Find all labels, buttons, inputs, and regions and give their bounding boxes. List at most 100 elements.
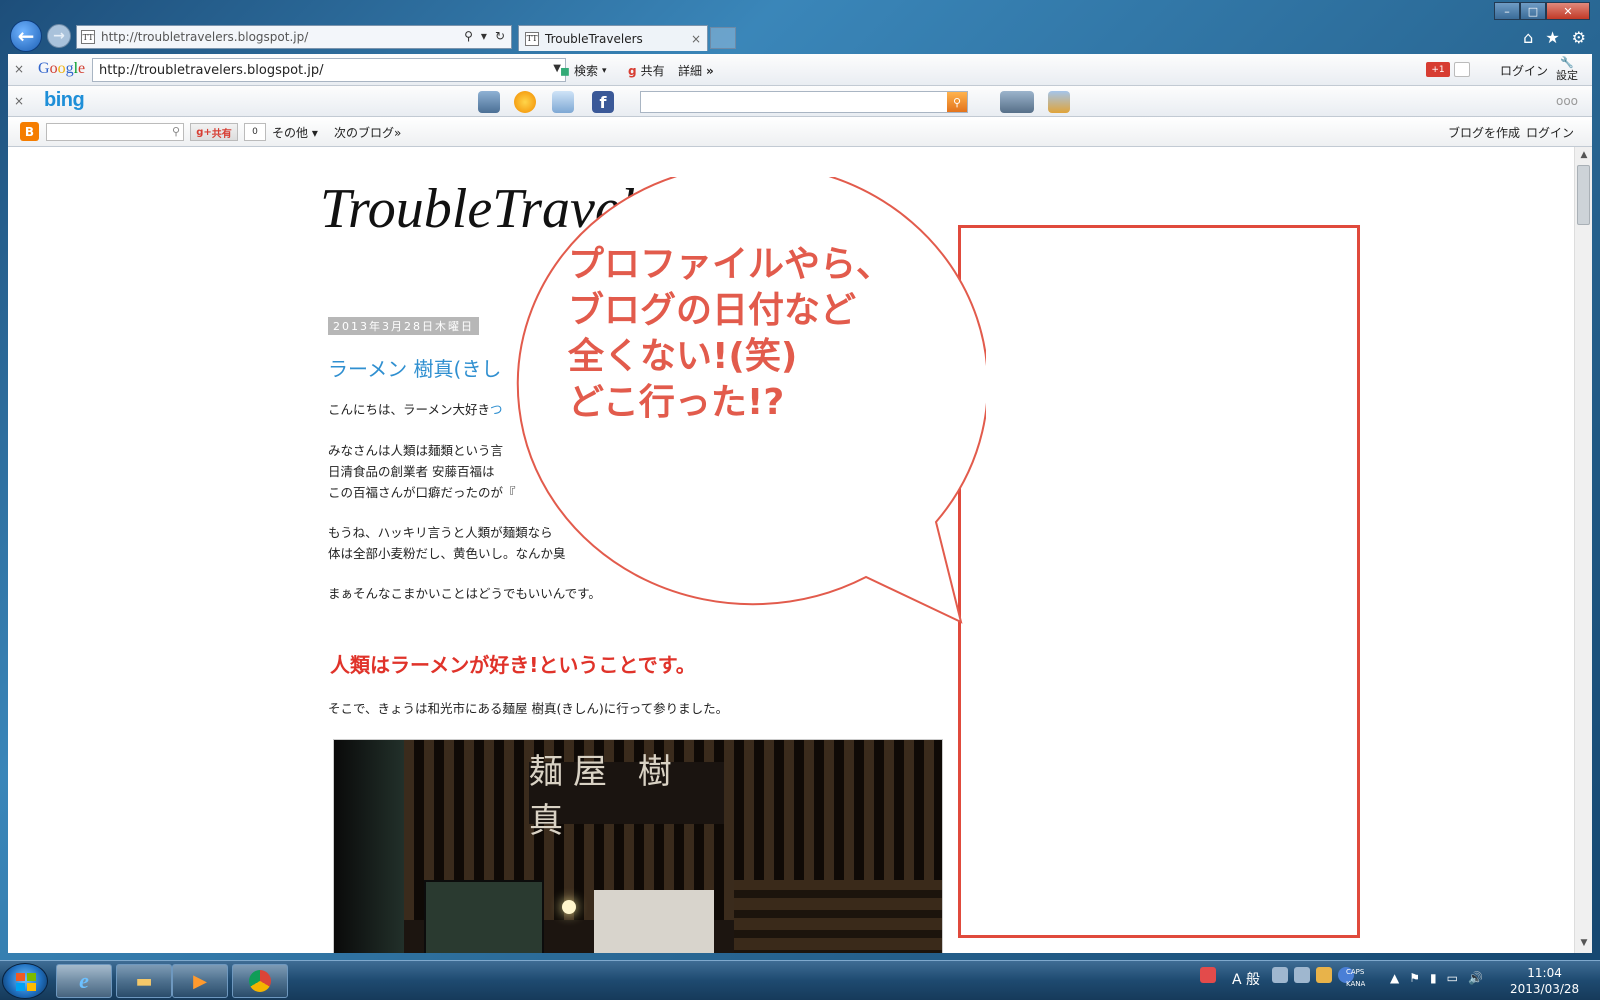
google-share-button[interactable]: g 共有 bbox=[628, 62, 665, 79]
google-toolbar-close-icon[interactable]: × bbox=[14, 62, 24, 76]
google-plus-share-icon: g bbox=[628, 63, 637, 78]
tab-title: TroubleTravelers bbox=[545, 31, 643, 46]
home-icon[interactable]: ⌂ bbox=[1523, 28, 1533, 47]
photo-lamp bbox=[562, 900, 576, 914]
gplus-one-button[interactable]: +1 bbox=[1426, 62, 1450, 77]
bing-search-input[interactable]: ⚲ bbox=[640, 91, 968, 113]
ime-indicator[interactable]: A 般 bbox=[1232, 969, 1260, 989]
power-icon[interactable]: ▮ bbox=[1430, 971, 1437, 985]
minimize-button[interactable]: – bbox=[1494, 2, 1520, 20]
back-button[interactable]: ← bbox=[10, 20, 42, 52]
chevron-down-icon: ▾ bbox=[601, 65, 607, 76]
blog-search-input[interactable]: ⚲ bbox=[46, 123, 184, 141]
blogger-logo-icon[interactable]: B bbox=[20, 122, 39, 141]
media-player-icon: ▶ bbox=[193, 970, 207, 992]
network-icon[interactable]: ▭ bbox=[1447, 971, 1458, 985]
taskbar-explorer-button[interactable]: ▬ bbox=[116, 964, 172, 998]
scroll-thumb[interactable] bbox=[1577, 165, 1590, 225]
volume-icon[interactable]: 🔊 bbox=[1468, 971, 1483, 985]
refresh-icon[interactable]: ↻ bbox=[495, 29, 505, 43]
google-search-value[interactable]: http://troubletravelers.blogspot.jp/ bbox=[99, 63, 324, 78]
google-search-button[interactable]: ◼ 検索 ▾ bbox=[560, 62, 607, 79]
search-icon[interactable]: ⚲ bbox=[172, 125, 180, 138]
mail-envelope-icon[interactable] bbox=[552, 91, 574, 113]
gear-icon[interactable]: ⚙ bbox=[1572, 28, 1586, 47]
folder-icon: ▬ bbox=[135, 970, 153, 992]
scroll-up-icon[interactable]: ▲ bbox=[1575, 147, 1593, 163]
speech-bubble-text: プロファイルやら、 ブログの日付など 全くない!(笑) どこ行った!? bbox=[568, 244, 893, 423]
flag-icon[interactable]: ⚑ bbox=[1409, 971, 1420, 985]
google-search-label: 検索 bbox=[573, 64, 598, 78]
google-login-link[interactable]: ログイン bbox=[1500, 62, 1548, 79]
next-blog-link[interactable]: 次のブログ» bbox=[334, 124, 401, 141]
site-favicon-icon: TT bbox=[81, 30, 95, 44]
post-title[interactable]: ラーメン 樹真(きし bbox=[328, 353, 501, 382]
photo-door bbox=[424, 880, 544, 953]
tray-icon[interactable] bbox=[1294, 967, 1310, 983]
video-icon[interactable] bbox=[1000, 91, 1034, 113]
photo-shadow bbox=[334, 740, 404, 953]
weather-sun-icon[interactable] bbox=[514, 91, 536, 113]
bing-toolbar-close-icon[interactable]: × bbox=[14, 94, 24, 108]
google-more-button[interactable]: 詳細 » bbox=[678, 62, 714, 79]
gplus-share-button[interactable]: g+ 共有 bbox=[190, 123, 238, 141]
photo-wall bbox=[734, 880, 942, 953]
clock-time: 11:04 bbox=[1527, 966, 1562, 980]
post-paragraph-2: みなさんは人類は麺類という言 日清食品の創業者 安藤百福は この百福さんが口癖だ… bbox=[328, 440, 516, 503]
post-paragraph-1: こんにちは、ラーメン大好きつ bbox=[328, 399, 503, 420]
maps-icon[interactable] bbox=[478, 91, 500, 113]
internet-explorer-icon: e bbox=[79, 968, 89, 993]
tab-troubletravelers[interactable]: TT TroubleTravelers × bbox=[518, 25, 708, 51]
favorites-star-icon[interactable]: ★ bbox=[1545, 28, 1559, 47]
post-p2-line: 日清食品の創業者 安藤百福は bbox=[328, 464, 495, 479]
post-p2-line: この百福さんが口癖だったのが『 bbox=[328, 485, 516, 500]
create-blog-link[interactable]: ブログを作成 bbox=[1448, 124, 1520, 141]
post-date-header: 2013年3月28日木曜日 bbox=[328, 317, 479, 335]
browser-titlebar: – □ ✕ ← → TT http://troubletravelers.blo… bbox=[0, 0, 1600, 54]
google-search-icon: ◼ bbox=[560, 63, 570, 78]
tray-icon[interactable] bbox=[1272, 967, 1288, 983]
taskbar-ie-button[interactable]: e bbox=[56, 964, 112, 998]
other-menu[interactable]: その他 ▾ bbox=[272, 124, 318, 141]
blogger-login-link[interactable]: ログイン bbox=[1526, 124, 1574, 141]
taskbar-chrome-button[interactable] bbox=[232, 964, 288, 998]
windows-logo-icon bbox=[16, 973, 36, 991]
tab-close-icon[interactable]: × bbox=[691, 32, 701, 46]
windows-taskbar: e ▬ ▶ A 般 CAPS KANA ▲ ⚑ ▮ ▭ 🔊 11:04 2013… bbox=[0, 960, 1600, 1000]
clock-date: 2013/03/28 bbox=[1510, 982, 1580, 996]
kana-indicator: KANA bbox=[1346, 980, 1366, 988]
gplus-icon: g+ bbox=[196, 126, 212, 138]
scroll-down-icon[interactable]: ▼ bbox=[1575, 935, 1593, 951]
gplus-share-label: 共有 bbox=[211, 128, 232, 140]
forward-button[interactable]: → bbox=[47, 24, 71, 48]
tray-icon[interactable] bbox=[1316, 967, 1332, 983]
taskbar-clock[interactable]: 11:04 2013/03/28 bbox=[1510, 965, 1579, 997]
post-paragraph-5: そこで、きょうは和光市にある麺屋 樹真(きしん)に行って参りました。 bbox=[328, 701, 729, 716]
dropdown-arrow-icon[interactable]: ▾ bbox=[481, 29, 487, 43]
maximize-button[interactable]: □ bbox=[1520, 2, 1546, 20]
empty-sidebar-highlight bbox=[958, 225, 1360, 938]
post-p1-link[interactable]: つ bbox=[490, 402, 503, 417]
post-p2-line: みなさんは人類は麺類という言 bbox=[328, 443, 504, 458]
ramen-shop-photo[interactable]: 麺屋 樹真 bbox=[333, 739, 943, 953]
caps-indicator: CAPS bbox=[1346, 968, 1365, 976]
google-search-input[interactable]: http://troubletravelers.blogspot.jp/ ▼ bbox=[92, 58, 566, 82]
facebook-icon[interactable]: f bbox=[592, 91, 614, 113]
google-settings-button[interactable]: 🔧 設定 bbox=[1556, 56, 1578, 82]
address-bar[interactable]: TT http://troubletravelers.blogspot.jp/ … bbox=[76, 25, 512, 49]
search-icon[interactable]: ⚲ bbox=[464, 29, 473, 43]
close-window-button[interactable]: ✕ bbox=[1546, 2, 1590, 20]
page-scrollbar[interactable]: ▲ ▼ bbox=[1574, 147, 1592, 953]
address-url[interactable]: http://troubletravelers.blogspot.jp/ bbox=[101, 30, 308, 44]
bing-search-button-icon[interactable]: ⚲ bbox=[947, 92, 967, 112]
tray-app-icon[interactable] bbox=[1200, 967, 1216, 983]
tab-favicon-icon: TT bbox=[525, 31, 539, 46]
show-hidden-icons[interactable]: ▲ bbox=[1390, 971, 1399, 985]
google-logo: Google bbox=[38, 60, 86, 77]
google-toolbar: × Google http://troubletravelers.blogspo… bbox=[8, 54, 1592, 86]
translate-icon[interactable] bbox=[1048, 91, 1070, 113]
bing-more-icon[interactable]: ooo bbox=[1556, 94, 1578, 108]
new-tab-button[interactable] bbox=[710, 27, 736, 49]
start-button[interactable] bbox=[2, 963, 48, 999]
taskbar-media-player-button[interactable]: ▶ bbox=[172, 964, 228, 998]
